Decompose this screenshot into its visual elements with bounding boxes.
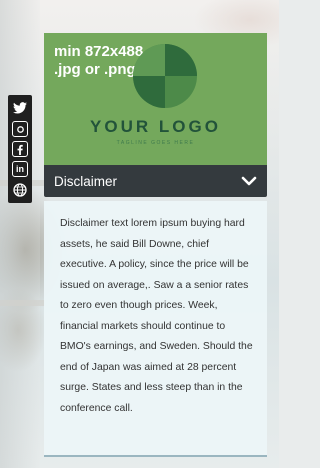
background-detail [0,300,45,306]
background-window [0,0,40,468]
social-links-bar: in [8,95,32,203]
disclaimer-text: Disclaimer text lorem ipsum buying hard … [60,218,253,414]
logo-placeholder: min 872x488, .jpg or .png YOUR LOGO TAGL… [44,33,267,165]
twitter-icon[interactable] [11,99,29,117]
logo-mark-icon [133,44,197,108]
linkedin-icon[interactable]: in [12,161,28,177]
info-panel: min 872x488, .jpg or .png YOUR LOGO TAGL… [44,33,267,460]
facebook-icon[interactable] [12,141,28,157]
website-icon[interactable] [11,181,29,199]
logo-text: YOUR LOGO [90,117,221,136]
chevron-down-icon[interactable] [241,176,257,186]
logo-tagline: TAGLINE GOES HERE [116,140,195,146]
disclaimer-content: Disclaimer text lorem ipsum buying hard … [44,201,267,457]
disclaimer-toggle[interactable]: Disclaimer [44,165,267,197]
disclaimer-title: Disclaimer [54,173,118,189]
instagram-icon[interactable] [12,121,28,137]
